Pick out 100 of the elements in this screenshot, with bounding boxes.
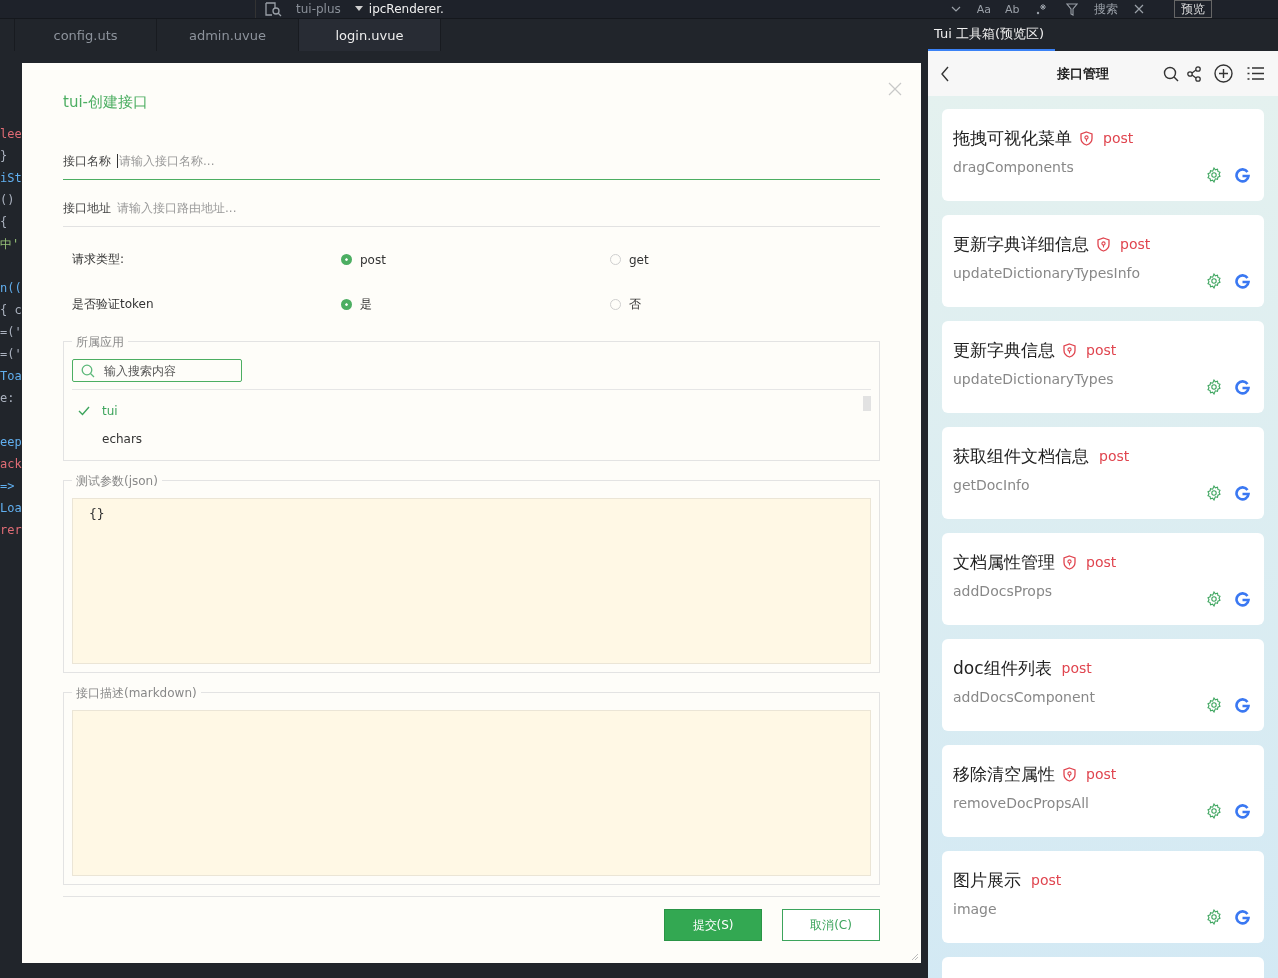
search-field[interactable]: 输入搜索内容 — [72, 359, 242, 382]
code-line: { — [0, 214, 9, 231]
radio-label[interactable]: 是 — [360, 296, 372, 313]
code-line: } — [0, 148, 9, 165]
code-line: n(( — [0, 280, 22, 297]
chevron-down-icon[interactable] — [950, 6, 961, 12]
api-title: 图片展示 — [953, 868, 1021, 892]
radio-label[interactable]: post — [360, 252, 386, 267]
api-card[interactable]: 移除清空属性 post removeDocPropsAll — [942, 745, 1264, 837]
code-line: =(' — [0, 346, 22, 363]
radio-button[interactable] — [341, 254, 352, 265]
filter-icon[interactable] — [1065, 2, 1078, 16]
list-icon[interactable] — [1247, 66, 1264, 81]
close-icon[interactable] — [1133, 4, 1144, 14]
dropdown-caret-icon[interactable] — [354, 6, 363, 12]
method-tag: post — [1086, 554, 1117, 570]
code-line: => — [0, 478, 16, 495]
g-logo-icon[interactable] — [1235, 273, 1250, 289]
method-tag: post — [1099, 448, 1130, 464]
code-line: 中' — [0, 236, 21, 253]
api-name: dragComponents — [953, 159, 1074, 175]
method-tag: post — [1086, 342, 1117, 358]
api-name: removeDocPropsAll — [953, 795, 1089, 811]
search-scope-icon[interactable] — [264, 1, 282, 17]
g-logo-icon[interactable] — [1235, 591, 1250, 607]
code-line: ack — [0, 456, 22, 473]
editor-tab[interactable]: login.uvue — [299, 19, 441, 51]
gear-icon[interactable] — [1206, 591, 1222, 607]
api-name: addDocsComponent — [953, 689, 1095, 705]
g-logo-icon[interactable] — [1235, 485, 1250, 501]
app-option[interactable]: echars — [102, 432, 143, 446]
method-tag: post — [1031, 872, 1062, 888]
api-card[interactable]: 图片展示 post image — [942, 851, 1264, 943]
api-title: 文档属性管理 — [953, 550, 1055, 574]
gear-icon[interactable] — [1206, 803, 1222, 819]
code-line: =(' — [0, 324, 22, 341]
api-title: 移除清空属性 — [953, 762, 1055, 786]
share-icon[interactable] — [1187, 65, 1202, 82]
gear-icon[interactable] — [1206, 697, 1222, 713]
search-option-toggle[interactable]: Aa — [976, 2, 992, 16]
api-title: 获取组件文档信息 — [953, 444, 1089, 468]
g-logo-icon[interactable] — [1235, 379, 1250, 395]
api-card[interactable]: 文档属性管理 post addDocsProps — [942, 533, 1264, 625]
api-title: doc组件列表 — [953, 656, 1052, 680]
search-button[interactable]: 搜索 — [1089, 0, 1122, 18]
api-name: image — [953, 901, 997, 917]
code-line: eep — [0, 434, 22, 451]
gear-icon[interactable] — [1206, 909, 1222, 925]
api-card[interactable]: 更新字典信息 post updateDictionaryTypes — [942, 321, 1264, 413]
code-line: e: — [0, 390, 16, 407]
api-card[interactable]: 获取组件文档信息 post getDocInfo — [942, 427, 1264, 519]
gear-icon[interactable] — [1206, 167, 1222, 183]
api-title: 更新字典详细信息 — [953, 232, 1089, 256]
radio-label[interactable]: get — [629, 252, 649, 267]
preview-button[interactable]: 预览 — [1173, 0, 1212, 18]
code-line: rer — [0, 522, 22, 539]
api-name: addDocsProps — [953, 583, 1053, 599]
radio-label[interactable]: 否 — [629, 296, 641, 313]
json-editor[interactable]: {} — [72, 498, 871, 664]
api-name: updateDictionaryTypesInfo — [953, 265, 1141, 281]
api-name: updateDictionaryTypes — [953, 371, 1114, 387]
api-card[interactable]: 拖拽可视化菜单 post dragComponents — [942, 109, 1264, 201]
field-label: 接口地址 — [63, 199, 111, 217]
project-scope[interactable]: tui-plus — [296, 2, 341, 16]
method-tag: post — [1120, 236, 1151, 252]
api-name: getDocInfo — [953, 477, 1030, 493]
fieldset-legend: 测试参数(json) — [72, 473, 162, 490]
search-icon[interactable] — [1163, 65, 1179, 82]
gear-icon[interactable] — [1206, 379, 1222, 395]
back-icon[interactable] — [940, 65, 950, 82]
dialog-title: tui-创建接口 — [63, 93, 149, 113]
search-field[interactable]: ipcRenderer. — [368, 2, 939, 16]
input-field[interactable]: 请输入接口名称... — [117, 154, 880, 168]
page-title: 接口管理 — [1055, 64, 1110, 83]
fieldset-legend: 接口描述(markdown) — [72, 685, 201, 702]
radio-button[interactable] — [341, 299, 352, 310]
code-line: Loa — [0, 500, 22, 517]
api-title: 更新字典信息 — [953, 338, 1055, 362]
input-field[interactable]: 请输入接口路由地址... — [117, 201, 880, 215]
search-icon — [81, 364, 95, 378]
g-logo-icon[interactable] — [1235, 697, 1250, 713]
resize-grip-icon[interactable] — [911, 953, 919, 961]
g-logo-icon[interactable] — [1235, 909, 1250, 925]
g-logo-icon[interactable] — [1235, 167, 1250, 183]
method-tag: post — [1061, 660, 1092, 676]
json-text: {} — [89, 506, 105, 521]
api-card[interactable]: 更新字典详细信息 post updateDictionaryTypesInfo — [942, 215, 1264, 307]
radio-group-label: 是否验证token — [72, 296, 155, 313]
add-icon[interactable] — [1214, 64, 1233, 83]
sparkle-icon[interactable] — [1035, 3, 1048, 15]
gear-icon[interactable] — [1206, 485, 1222, 501]
api-card[interactable]: doc组件列表 post addDocsComponent — [942, 639, 1264, 731]
scrollbar-thumb[interactable] — [863, 396, 871, 411]
check-icon — [78, 406, 90, 416]
gear-icon[interactable] — [1206, 273, 1222, 289]
code-line: { c — [0, 302, 22, 319]
field-label: 接口名称 — [63, 152, 111, 170]
g-logo-icon[interactable] — [1235, 803, 1250, 819]
search-option-toggle[interactable]: Ab — [1005, 2, 1020, 16]
radio-group-label: 请求类型: — [72, 251, 126, 268]
